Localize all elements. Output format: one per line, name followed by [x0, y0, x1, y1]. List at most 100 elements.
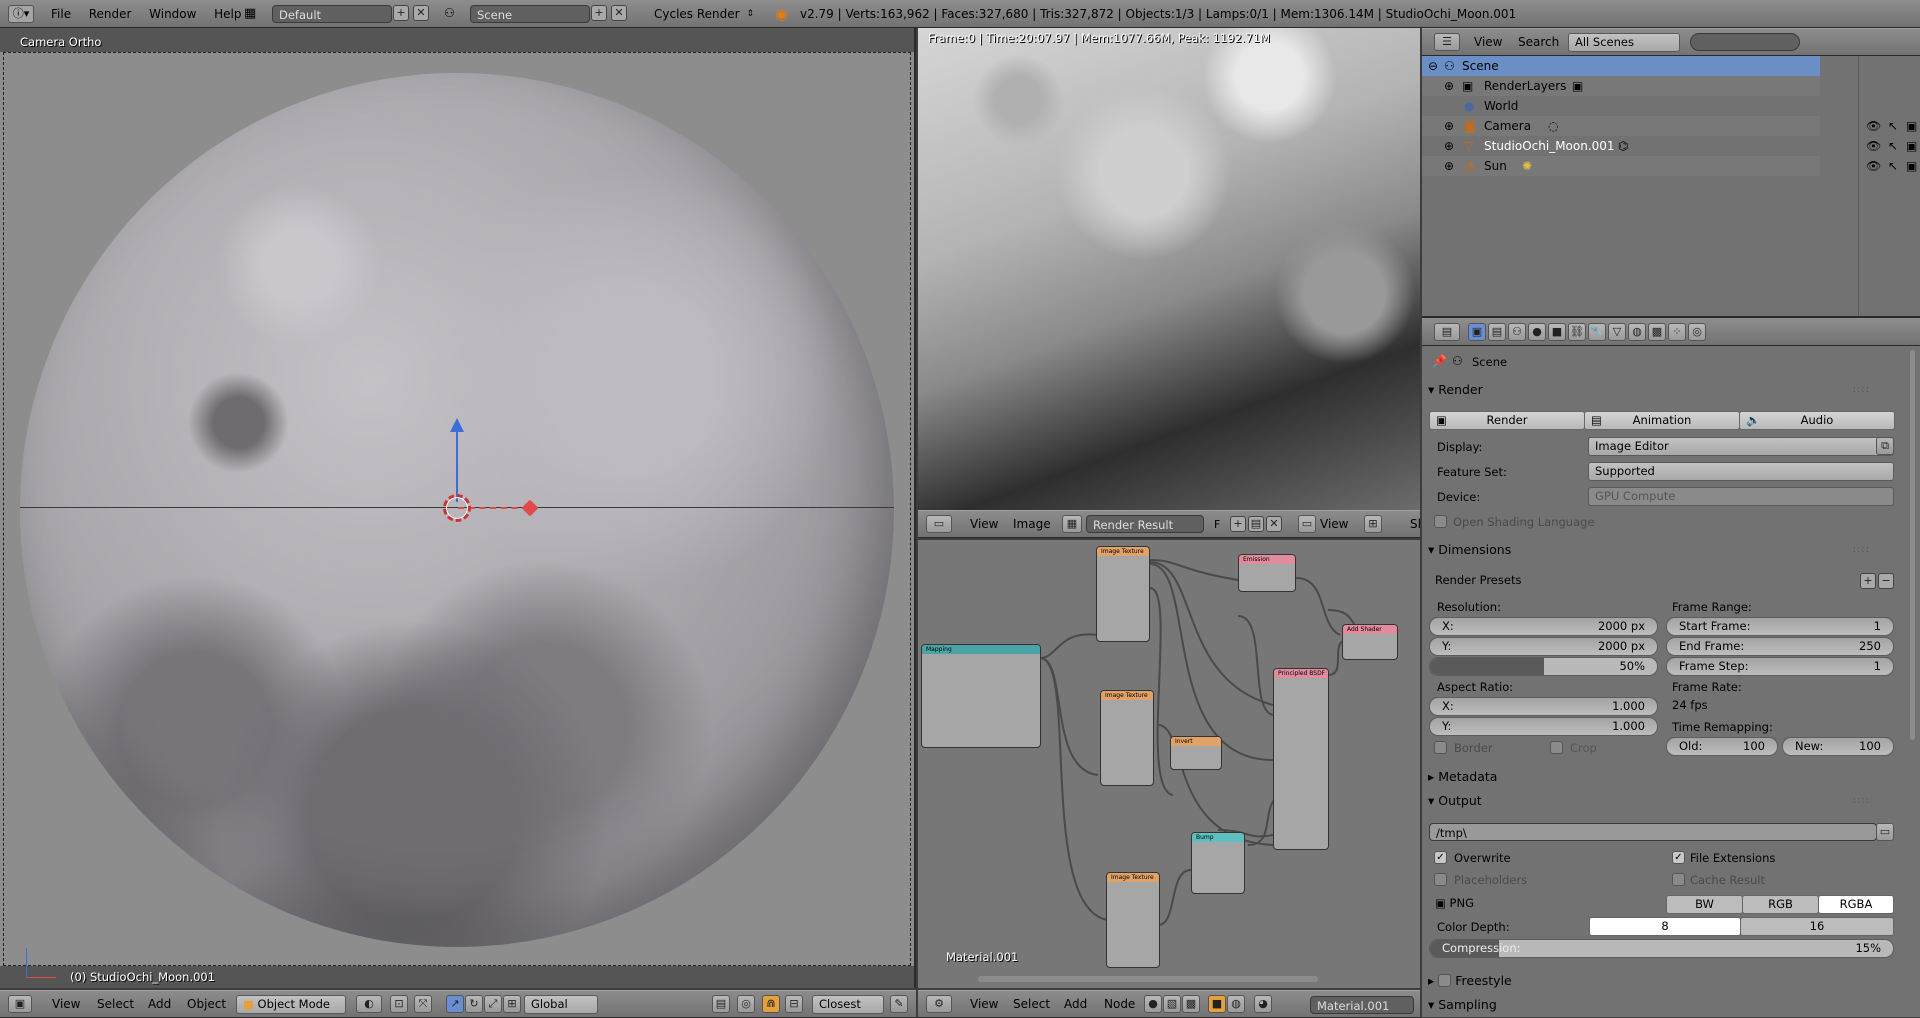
properties-scrollbar[interactable]: [1910, 350, 1915, 740]
menu-image-view-mode[interactable]: View: [1320, 511, 1348, 538]
render-presets-select[interactable]: Render Presets: [1429, 572, 1857, 591]
image-editor-type-icon[interactable]: ▭: [926, 515, 952, 533]
shading-icon[interactable]: ◐: [356, 995, 382, 1013]
add-scene-button[interactable]: +: [591, 5, 607, 21]
menu-image-view[interactable]: View: [970, 511, 998, 538]
outliner-row-moon[interactable]: ⊕ ▽ StudioOchi_Moon.001 ⌬ 👁 ↖ ▣: [1422, 136, 1917, 156]
aspect-y-field[interactable]: Y: 1.000: [1429, 717, 1658, 736]
remove-preset-button[interactable]: −: [1878, 573, 1894, 589]
file-format-select[interactable]: ▣ PNG: [1429, 895, 1657, 914]
modifiers-tab-icon[interactable]: 🔧: [1588, 323, 1606, 341]
expand-icon[interactable]: ⊕: [1444, 136, 1454, 156]
sampling-panel-header[interactable]: ▾ Sampling: [1428, 994, 1900, 1016]
freestyle-panel-header[interactable]: ▸ Freestyle: [1428, 970, 1900, 992]
color-mode-rgba[interactable]: RGBA: [1818, 895, 1894, 914]
cache-result-checkbox[interactable]: [1672, 873, 1685, 886]
editor-type-icon[interactable]: ▣: [8, 995, 32, 1013]
expand-icon[interactable]: ⊕: [1444, 156, 1454, 176]
properties-type-icon[interactable]: ▤: [1434, 323, 1460, 341]
output-path-input[interactable]: /tmp\: [1429, 823, 1877, 841]
visibility-eye-icon[interactable]: 👁: [1866, 116, 1881, 136]
particles-tab-icon[interactable]: ⁘: [1668, 323, 1686, 341]
visibility-eye-icon[interactable]: 👁: [1866, 136, 1881, 156]
menu-add[interactable]: Add: [148, 991, 171, 1018]
mode-select[interactable]: ■ Object Mode: [236, 995, 346, 1014]
outliner-type-icon[interactable]: ☰: [1434, 33, 1460, 51]
panel-grip-icon[interactable]: ::::: [1853, 379, 1870, 401]
node-editor-type-icon[interactable]: ⚙: [926, 995, 952, 1013]
translate-icon[interactable]: ↗: [446, 995, 464, 1013]
outliner-row-sun[interactable]: ⊕ ◔ Sun ✺ 👁 ↖ ▣: [1422, 156, 1917, 176]
menu-node[interactable]: Node: [1104, 991, 1135, 1018]
3d-cursor-icon[interactable]: [443, 494, 471, 522]
remove-layout-button[interactable]: ✕: [413, 5, 429, 21]
file-extensions-checkbox[interactable]: ✓: [1672, 851, 1685, 864]
texture-tab-icon[interactable]: ▩: [1648, 323, 1666, 341]
node-principled-bsdf[interactable]: Principled BSDF: [1273, 668, 1329, 850]
compression-slider[interactable]: Compression: 15%: [1429, 939, 1894, 958]
frame-rate-select[interactable]: 24 fps: [1666, 697, 1894, 716]
data-tab-icon[interactable]: ▽: [1608, 323, 1626, 341]
border-checkbox[interactable]: [1434, 741, 1447, 754]
renderability-camera-icon[interactable]: ▣: [1906, 136, 1917, 156]
render-preview-icon[interactable]: ✎: [890, 995, 908, 1013]
menu-outliner-search[interactable]: Search: [1518, 29, 1559, 56]
remove-scene-button[interactable]: ✕: [611, 5, 627, 21]
texture-tree-icon[interactable]: ▩: [1182, 995, 1200, 1013]
node-editor[interactable]: Mapping Image Texture Image Texture Imag…: [918, 540, 1420, 988]
menu-help[interactable]: Help: [207, 0, 248, 28]
node-image-texture-3[interactable]: Image Texture: [1106, 872, 1160, 968]
placeholders-checkbox[interactable]: [1434, 873, 1447, 886]
unlink-image-button[interactable]: ✕: [1266, 516, 1282, 532]
selectability-cursor-icon[interactable]: ↖: [1888, 116, 1898, 136]
world-shader-icon[interactable]: ◍: [1227, 995, 1245, 1013]
open-image-button[interactable]: ▤: [1248, 516, 1264, 532]
scene-icon[interactable]: ⚇: [444, 6, 455, 20]
object-shader-icon[interactable]: ■: [1208, 995, 1226, 1013]
renderability-camera-icon[interactable]: ▣: [1906, 156, 1917, 176]
animation-button[interactable]: ▤ Animation: [1584, 411, 1740, 430]
snap-icon[interactable]: ⋒: [762, 995, 780, 1013]
material-tab-icon[interactable]: ◍: [1628, 323, 1646, 341]
outliner-row-world[interactable]: ● World: [1422, 96, 1820, 116]
scene-tab-icon[interactable]: ⚇: [1508, 323, 1526, 341]
dimensions-panel-header[interactable]: ▾ Dimensions ::::: [1428, 539, 1900, 561]
node-invert[interactable]: Invert: [1170, 736, 1222, 770]
viewport-3d[interactable]: Camera Ortho (0) StudioOchi_Moon.001: [0, 28, 916, 988]
object-tab-icon[interactable]: ■: [1548, 323, 1566, 341]
add-preset-button[interactable]: +: [1860, 573, 1876, 589]
material-name-field[interactable]: Material.001: [1310, 996, 1414, 1014]
metadata-panel-header[interactable]: ▸ Metadata: [1428, 766, 1900, 788]
selectability-cursor-icon[interactable]: ↖: [1888, 156, 1898, 176]
snap-target-select[interactable]: Closest: [812, 995, 884, 1014]
panel-grip-icon[interactable]: ::::: [1853, 539, 1870, 561]
osl-checkbox[interactable]: [1434, 515, 1447, 528]
node-image-texture-2[interactable]: Image Texture: [1100, 690, 1154, 786]
renderlayer-tab-icon[interactable]: ▤: [1488, 323, 1506, 341]
info-editor-icon[interactable]: ⓘ▾: [8, 5, 34, 23]
frame-step-field[interactable]: Frame Step: 1: [1666, 657, 1894, 676]
resolution-percent-slider[interactable]: 50%: [1429, 657, 1658, 676]
orientation-select[interactable]: Global: [524, 995, 598, 1014]
scale-icon[interactable]: ⤢: [484, 995, 502, 1013]
folder-icon[interactable]: ▭: [1876, 823, 1894, 841]
node-mapping[interactable]: Mapping: [921, 644, 1041, 748]
outliner-row-camera[interactable]: ⊕ ◙ Camera ◌ 👁 ↖ ▣: [1422, 116, 1917, 136]
color-depth-16[interactable]: 16: [1740, 917, 1894, 936]
node-scrollbar[interactable]: [978, 976, 1318, 982]
render-engine-select[interactable]: Cycles Render ⇕: [646, 5, 756, 23]
renderability-camera-icon[interactable]: ▣: [1906, 116, 1917, 136]
crop-checkbox[interactable]: [1550, 741, 1563, 754]
physics-tab-icon[interactable]: ◎: [1688, 323, 1706, 341]
menu-object[interactable]: Object: [187, 991, 226, 1018]
image-name-field[interactable]: Render Result: [1086, 515, 1204, 533]
expand-icon[interactable]: ⊕: [1444, 116, 1454, 136]
feature-set-select[interactable]: Supported: [1588, 462, 1894, 481]
display-select[interactable]: Image Editor: [1588, 437, 1894, 456]
aspect-x-field[interactable]: X: 1.000: [1429, 697, 1658, 716]
proportional-edit-icon[interactable]: ◎: [737, 995, 755, 1013]
output-panel-header[interactable]: ▾ Output ::::: [1428, 790, 1900, 812]
color-mode-rgb[interactable]: RGB: [1742, 895, 1819, 914]
render-button[interactable]: ▣ Render: [1429, 411, 1585, 430]
menu-image[interactable]: Image: [1013, 511, 1051, 538]
